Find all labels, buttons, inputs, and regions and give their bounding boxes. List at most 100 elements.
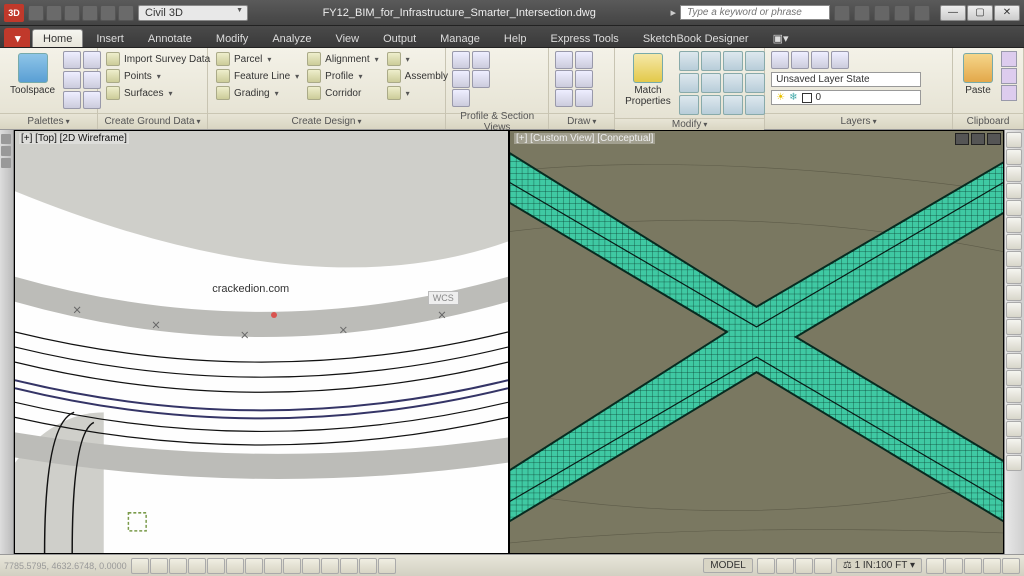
qat-save-icon[interactable] <box>64 5 80 21</box>
navbar-icon[interactable] <box>1006 200 1022 216</box>
model-space-button[interactable]: MODEL <box>703 558 753 573</box>
corridor-button[interactable]: Corridor <box>305 85 380 101</box>
tab-analyze[interactable]: Analyze <box>261 29 322 47</box>
wcs-badge[interactable]: WCS <box>428 291 459 305</box>
cut-icon[interactable] <box>1001 51 1017 67</box>
viewport-conceptual-3d[interactable]: [+] [Custom View] [Conceptual] <box>509 130 1004 554</box>
design-panel-title[interactable]: Create Design <box>292 116 362 127</box>
app-tab[interactable]: ▾ <box>4 28 30 47</box>
workspace-dropdown[interactable]: Civil 3D <box>138 5 248 21</box>
dyn-toggle[interactable] <box>283 558 301 574</box>
line-icon[interactable] <box>555 51 573 69</box>
navbar-icon[interactable] <box>1006 336 1022 352</box>
layer-state-dropdown[interactable]: Unsaved Layer State <box>771 72 921 87</box>
layerfreeze-icon[interactable] <box>831 51 849 69</box>
tab-help[interactable]: Help <box>493 29 538 47</box>
tab-output[interactable]: Output <box>372 29 427 47</box>
palette-icon[interactable] <box>63 91 81 109</box>
copy-icon[interactable] <box>679 73 699 93</box>
layer-current-dropdown[interactable]: ☀❄ 0 <box>771 90 921 105</box>
navbar-icon[interactable] <box>1006 353 1022 369</box>
sectionview3-icon[interactable] <box>452 89 470 107</box>
tab-express-tools[interactable]: Express Tools <box>540 29 630 47</box>
clipboard-panel-title[interactable]: Clipboard <box>967 116 1010 127</box>
help-icon[interactable] <box>914 5 930 21</box>
layout-icon[interactable] <box>757 558 775 574</box>
sc-toggle[interactable] <box>359 558 377 574</box>
offset-icon[interactable] <box>745 95 765 115</box>
fillet-icon[interactable] <box>723 73 743 93</box>
profile-dropdown[interactable]: Profile <box>305 68 380 84</box>
paste-button[interactable]: Paste <box>959 51 997 98</box>
snap-toggle[interactable] <box>131 558 149 574</box>
navbar-icon[interactable] <box>1006 404 1022 420</box>
navbar-icon[interactable] <box>1006 149 1022 165</box>
navbar-icon[interactable] <box>1006 421 1022 437</box>
viewport-top-2d[interactable]: [+] [Top] [2D Wireframe] TOP <box>14 130 509 554</box>
app-menu-button[interactable]: 3D <box>4 4 24 22</box>
alignment-dropdown[interactable]: Alignment <box>305 51 380 67</box>
viewport-left-label[interactable]: [+] [Top] [2D Wireframe] <box>19 133 129 144</box>
3dosnap-toggle[interactable] <box>226 558 244 574</box>
qat-redo-icon[interactable] <box>100 5 116 21</box>
vp-close-icon[interactable] <box>987 133 1001 145</box>
qat-undo-icon[interactable] <box>82 5 98 21</box>
ground-panel-title[interactable]: Create Ground Data <box>104 116 200 127</box>
vp-max-icon[interactable] <box>971 133 985 145</box>
layeriso-icon[interactable] <box>811 51 829 69</box>
quickview-icon[interactable] <box>776 558 794 574</box>
status-icon[interactable] <box>983 558 1001 574</box>
tab-modify[interactable]: Modify <box>205 29 259 47</box>
annoscale-icon[interactable] <box>814 558 832 574</box>
qat-print-icon[interactable] <box>118 5 134 21</box>
array-icon[interactable] <box>723 95 743 115</box>
viewport-right-label[interactable]: [+] [Custom View] [Conceptual] <box>514 133 655 144</box>
navbar-icon[interactable] <box>1006 319 1022 335</box>
navbar-icon[interactable] <box>1006 285 1022 301</box>
grid-toggle[interactable] <box>150 558 168 574</box>
navbar-icon[interactable] <box>1006 183 1022 199</box>
vp-min-icon[interactable] <box>955 133 969 145</box>
sectionview-icon[interactable] <box>452 70 470 88</box>
status-icon[interactable] <box>926 558 944 574</box>
parcel-dropdown[interactable]: Parcel <box>214 51 301 67</box>
grading-dropdown[interactable]: Grading <box>214 85 301 101</box>
navbar-icon[interactable] <box>1006 132 1022 148</box>
strip-icon[interactable] <box>1 134 11 144</box>
exchange-icon[interactable] <box>874 5 890 21</box>
quickview2-icon[interactable] <box>795 558 813 574</box>
navbar-icon[interactable] <box>1006 455 1022 471</box>
tab-sketchbook[interactable]: SketchBook Designer <box>632 29 760 47</box>
arc-icon[interactable] <box>575 70 593 88</box>
layerstates-icon[interactable] <box>791 51 809 69</box>
qat-open-icon[interactable] <box>46 5 62 21</box>
strip-icon[interactable] <box>1 158 11 168</box>
am-toggle[interactable] <box>378 558 396 574</box>
focus-panel-icon[interactable]: ▣▾ <box>762 28 800 47</box>
pline-icon[interactable] <box>575 51 593 69</box>
sampleline-icon[interactable] <box>472 51 490 69</box>
hatch-icon[interactable] <box>575 89 593 107</box>
sectionview2-icon[interactable] <box>472 70 490 88</box>
osnap-toggle[interactable] <box>207 558 225 574</box>
status-icon[interactable] <box>945 558 963 574</box>
navbar-icon[interactable] <box>1006 234 1022 250</box>
ducs-toggle[interactable] <box>264 558 282 574</box>
otrack-toggle[interactable] <box>245 558 263 574</box>
circle-icon[interactable] <box>555 70 573 88</box>
binoculars-icon[interactable] <box>834 5 850 21</box>
status-icon[interactable] <box>1002 558 1020 574</box>
move-icon[interactable] <box>679 51 699 71</box>
annotation-scale[interactable]: ⚖ 1 IN:100 FT ▾ <box>836 558 922 573</box>
navbar-icon[interactable] <box>1006 166 1022 182</box>
navbar-icon[interactable] <box>1006 370 1022 386</box>
palette-icon[interactable] <box>63 51 81 69</box>
palette-icon[interactable] <box>63 71 81 89</box>
strip-icon[interactable] <box>1 146 11 156</box>
toolspace-button[interactable]: Toolspace <box>6 51 59 98</box>
navbar-icon[interactable] <box>1006 217 1022 233</box>
draw-panel-title[interactable]: Draw <box>567 116 596 127</box>
tab-annotate[interactable]: Annotate <box>137 29 203 47</box>
rotate-icon[interactable] <box>701 51 721 71</box>
maximize-button[interactable]: ▢ <box>967 5 993 21</box>
